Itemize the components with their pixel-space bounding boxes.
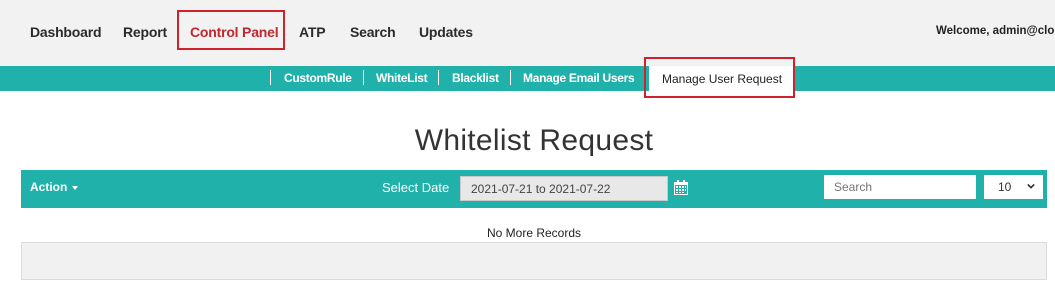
caret-down-icon [72, 185, 79, 190]
table-body [21, 242, 1047, 280]
subnav-whitelist[interactable]: WhiteList [376, 71, 428, 85]
page-size-select[interactable]: 10 [984, 175, 1043, 199]
no-records-message: No More Records [486, 226, 582, 240]
subnav-blacklist[interactable]: Blacklist [452, 71, 499, 85]
action-label: Action [30, 180, 68, 194]
nav-search[interactable]: Search [350, 24, 396, 40]
table-toolbar: Action Select Date 2021-07-21 to 2021-07… [21, 170, 1047, 208]
page-title: Whitelist Request [414, 124, 654, 157]
sub-nav-divider [438, 70, 439, 85]
subnav-manage-email-users[interactable]: Manage Email Users [523, 71, 635, 85]
action-dropdown-button[interactable]: Action [30, 180, 79, 194]
search-input[interactable] [824, 175, 976, 199]
manage-user-request-highlight-box [644, 57, 795, 98]
subnav-customrule[interactable]: CustomRule [284, 71, 352, 85]
nav-dashboard[interactable]: Dashboard [30, 24, 102, 40]
nav-updates[interactable]: Updates [419, 24, 473, 40]
sub-navbar: CustomRule WhiteList Blacklist Manage Em… [0, 66, 1055, 91]
nav-atp[interactable]: ATP [299, 24, 326, 40]
control-panel-highlight-box [177, 10, 285, 50]
sub-nav-divider [510, 70, 511, 85]
welcome-user-text[interactable]: Welcome, admin@clou [936, 25, 1055, 37]
date-range-field[interactable]: 2021-07-21 to 2021-07-22 [460, 176, 668, 201]
calendar-icon[interactable] [674, 180, 688, 195]
page-size-value: 10 [998, 180, 1012, 194]
sub-nav-divider [270, 70, 271, 85]
nav-report[interactable]: Report [123, 24, 167, 40]
select-date-label: Select Date [382, 180, 450, 195]
sub-nav-divider [363, 70, 364, 85]
chevron-down-icon [1027, 183, 1035, 189]
